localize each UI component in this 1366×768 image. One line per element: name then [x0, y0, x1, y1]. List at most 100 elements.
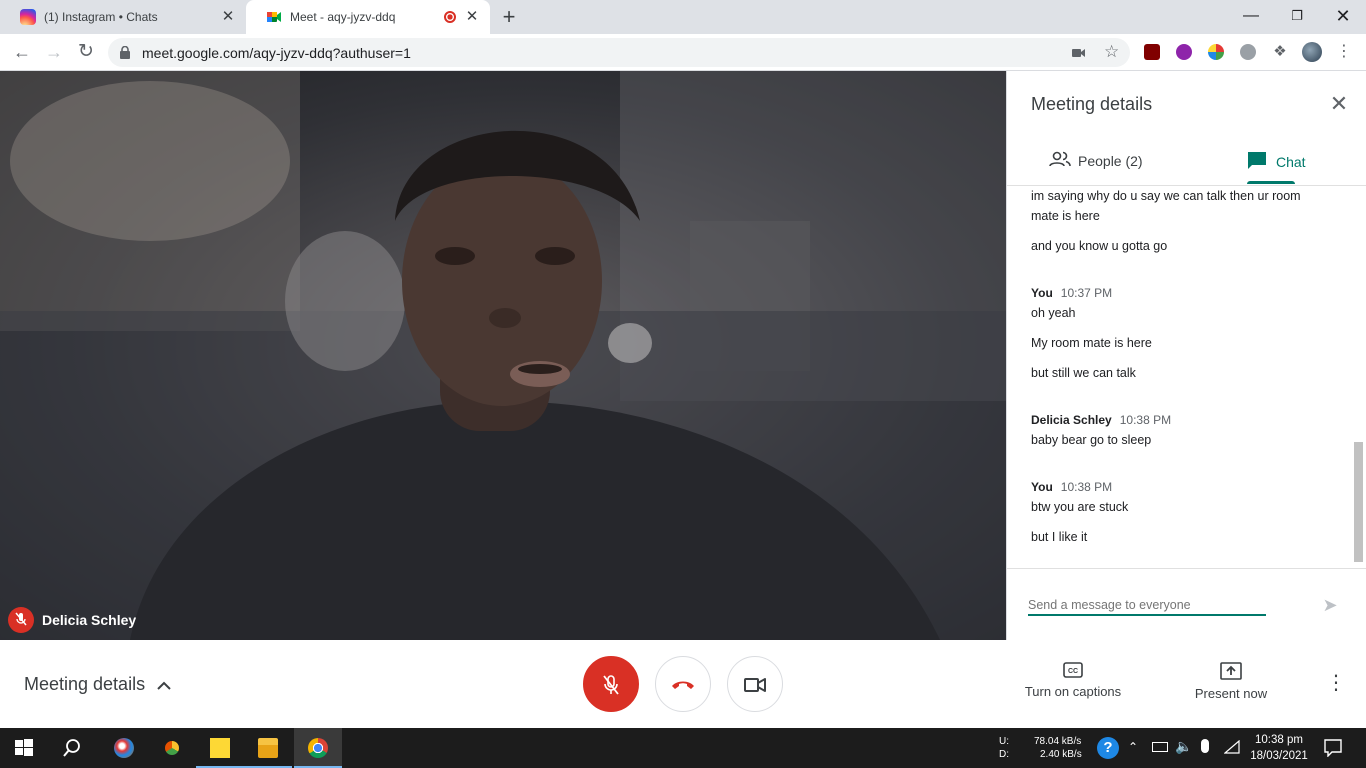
- tab-people[interactable]: People (2): [1049, 151, 1143, 170]
- leave-call-button[interactable]: [655, 656, 711, 712]
- chevron-up-icon[interactable]: ⌃: [1128, 740, 1138, 754]
- extensions-puzzle-icon[interactable]: ❖: [1272, 44, 1288, 60]
- download-label: D:: [999, 749, 1009, 760]
- close-window-button[interactable]: ✕: [1320, 4, 1366, 28]
- speaker-name: Delicia Schley: [42, 612, 137, 628]
- restore-button[interactable]: ❐: [1274, 4, 1320, 28]
- message-time: 10:37 PM: [1060, 286, 1113, 300]
- people-icon: [1049, 151, 1071, 170]
- tab-instagram[interactable]: (1) Instagram • Chats ✕: [0, 0, 246, 34]
- message-header: Delicia Schley 10:38 PM: [1031, 413, 1171, 427]
- message-line: im saying why do u say we can talk then …: [1031, 189, 1301, 203]
- microphone-toggle-button[interactable]: [583, 656, 639, 712]
- tab-meet[interactable]: Meet - aqy-jyzv-ddq ✕: [246, 0, 490, 34]
- tab-title: Meet - aqy-jyzv-ddq: [290, 10, 396, 24]
- message-time: 10:38 PM: [1060, 480, 1113, 494]
- message-time: 10:38 PM: [1119, 413, 1172, 427]
- folder-icon: [258, 738, 278, 758]
- search-button[interactable]: [48, 728, 96, 768]
- tab-people-label: People (2): [1078, 152, 1143, 169]
- taskbar-app-file-explorer[interactable]: [244, 728, 292, 768]
- reload-button[interactable]: ↻: [74, 40, 98, 64]
- windows-logo-icon: [15, 739, 33, 756]
- message-line: oh yeah: [1031, 306, 1076, 320]
- video-camera-icon: [744, 677, 766, 692]
- captions-label: Turn on captions: [1024, 684, 1122, 699]
- address-bar[interactable]: meet.google.com/aqy-jyzv-ddq?authuser=1 …: [108, 38, 1130, 67]
- start-button[interactable]: [0, 728, 48, 768]
- taskbar-app-paint[interactable]: [100, 728, 148, 768]
- camera-toggle-button[interactable]: [727, 656, 783, 712]
- profile-avatar[interactable]: [1302, 42, 1322, 62]
- forward-button[interactable]: →: [42, 40, 66, 64]
- chat-messages: im saying why do u say we can talk then …: [1031, 188, 1331, 568]
- speaker-label: Delicia Schley: [8, 607, 136, 633]
- divider: [1007, 185, 1366, 186]
- chrome-canary-icon: [162, 738, 182, 758]
- panel-title: Meeting details: [1031, 94, 1153, 114]
- chat-scrollbar[interactable]: [1354, 442, 1363, 562]
- extension-colorful-icon[interactable]: [1208, 44, 1224, 60]
- download-speed: 2.40 kB/s: [1040, 749, 1082, 760]
- present-label: Present now: [1194, 686, 1268, 701]
- chat-message-input[interactable]: [1028, 596, 1266, 616]
- close-tab-icon[interactable]: ✕: [220, 9, 236, 25]
- new-tab-button[interactable]: +: [498, 6, 520, 29]
- send-icon[interactable]: ➤: [1319, 595, 1341, 615]
- camera-icon[interactable]: [1072, 46, 1086, 64]
- taskbar-app-sticky-notes[interactable]: [196, 728, 244, 768]
- meeting-controls-bar: Meeting details CC Turn on captions Pres…: [0, 640, 1366, 728]
- google-meet-icon: [266, 9, 282, 25]
- lock-icon: [120, 45, 130, 64]
- speaker-icon[interactable]: 🔈: [1175, 738, 1192, 755]
- ublock-icon[interactable]: [1144, 44, 1160, 60]
- windows-taskbar: U: D: 78.04 kB/s 2.40 kB/s ? ⌃ 🔈 10:38 p…: [0, 728, 1366, 768]
- active-tab-indicator: [1247, 181, 1295, 184]
- chat-input-row: ➤: [1007, 568, 1366, 640]
- minimize-button[interactable]: —: [1228, 4, 1274, 28]
- chrome-icon: [308, 738, 328, 758]
- message-header: You 10:37 PM: [1031, 286, 1112, 300]
- back-button[interactable]: ←: [10, 40, 34, 64]
- tab-title: (1) Instagram • Chats: [44, 10, 158, 24]
- taskbar-app-chrome[interactable]: [294, 728, 342, 768]
- participant-video: [0, 71, 1006, 640]
- present-screen-icon: [1220, 662, 1242, 680]
- message-header: You 10:38 PM: [1031, 480, 1112, 494]
- message-line: mate is here: [1031, 209, 1100, 223]
- present-now-button[interactable]: Present now: [1186, 662, 1276, 701]
- search-icon: [63, 739, 80, 757]
- close-tab-icon[interactable]: ✕: [464, 9, 480, 25]
- browser-tab-strip: (1) Instagram • Chats ✕ Meet - aqy-jyzv-…: [0, 0, 1366, 34]
- notifications-icon[interactable]: [1324, 739, 1342, 762]
- muted-mic-icon: [8, 607, 34, 633]
- mic-off-icon: [603, 674, 619, 695]
- url-text: meet.google.com/aqy-jyzv-ddq?authuser=1: [142, 45, 411, 61]
- recording-indicator-icon: [444, 11, 456, 23]
- message-line: btw you are stuck: [1031, 500, 1129, 514]
- browser-menu-icon[interactable]: ⋮: [1336, 44, 1352, 60]
- globe-icon[interactable]: [1240, 44, 1256, 60]
- wifi-icon[interactable]: [1223, 739, 1240, 759]
- upload-speed: 78.04 kB/s: [1034, 736, 1082, 747]
- close-panel-button[interactable]: ✕: [1327, 93, 1351, 117]
- message-sender: You: [1031, 480, 1053, 494]
- extension-purple-icon[interactable]: [1176, 44, 1192, 60]
- browser-toolbar: ← → ↻ meet.google.com/aqy-jyzv-ddq?authu…: [0, 34, 1366, 71]
- taskbar-app-chrome-canary[interactable]: [148, 728, 196, 768]
- microphone-icon[interactable]: [1201, 739, 1209, 753]
- sticky-notes-icon: [210, 738, 230, 758]
- clock-date: 18/03/2021: [1250, 750, 1308, 762]
- meeting-details-button[interactable]: Meeting details: [24, 674, 171, 695]
- bookmark-star-icon[interactable]: ☆: [1104, 42, 1119, 62]
- tab-chat[interactable]: Chat: [1247, 151, 1306, 173]
- captions-button[interactable]: CC Turn on captions: [1018, 662, 1128, 699]
- system-clock[interactable]: 10:38 pm 18/03/2021: [1248, 732, 1310, 764]
- battery-icon[interactable]: [1152, 742, 1168, 752]
- tab-chat-label: Chat: [1276, 154, 1306, 170]
- instagram-icon: [20, 9, 36, 25]
- hang-up-icon: [672, 681, 694, 689]
- help-icon[interactable]: ?: [1097, 737, 1119, 759]
- more-options-icon[interactable]: ⋮: [1326, 670, 1346, 696]
- paint-icon: [114, 738, 134, 758]
